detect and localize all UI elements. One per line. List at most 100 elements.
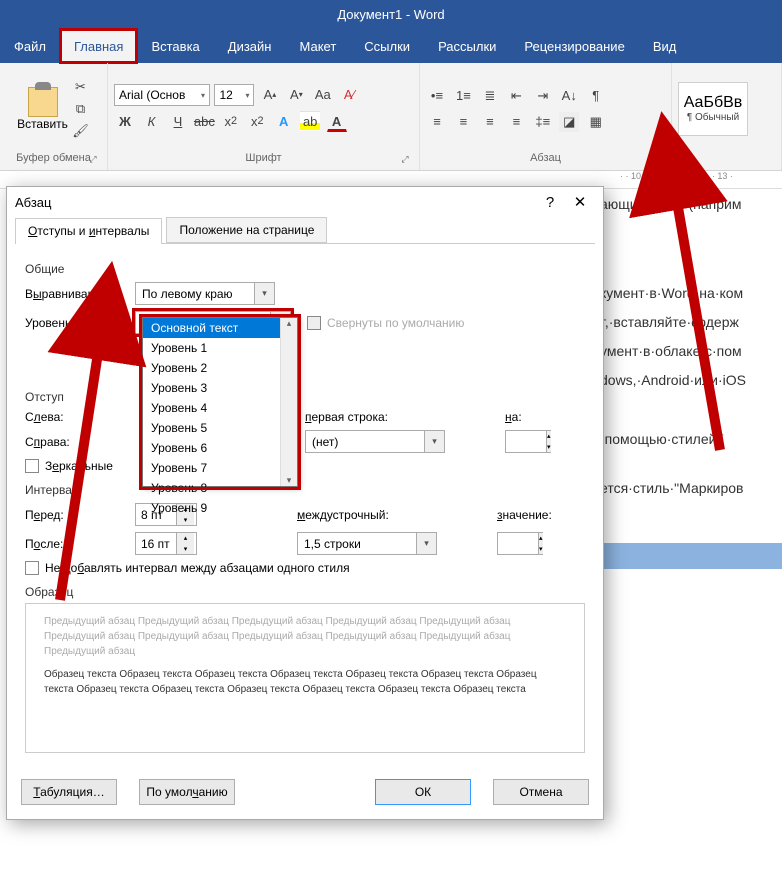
- level-option[interactable]: Уровень 2: [143, 358, 297, 378]
- copy-icon[interactable]: ⧉: [71, 99, 91, 119]
- title-bar: Документ1 - Word: [0, 0, 782, 29]
- outline-level-dropdown[interactable]: Основной текст Уровень 1 Уровень 2 Урове…: [142, 317, 298, 487]
- tab-design[interactable]: Дизайн: [214, 29, 286, 63]
- spin-down-icon[interactable]: ▾: [538, 544, 543, 555]
- shrink-font-icon[interactable]: A▾: [286, 85, 306, 105]
- align-left-icon[interactable]: ≡: [427, 112, 447, 132]
- dialog-title: Абзац: [15, 195, 51, 210]
- level-option[interactable]: Основной текст: [143, 318, 297, 338]
- show-marks-icon[interactable]: ¶: [586, 85, 606, 105]
- level-option[interactable]: Уровень 6: [143, 438, 297, 458]
- tab-mailings[interactable]: Рассылки: [424, 29, 510, 63]
- annotation-arrow-right: [660, 180, 740, 465]
- align-center-icon[interactable]: ≡: [453, 112, 473, 132]
- paste-button[interactable]: Вставить: [16, 87, 70, 131]
- ribbon-tabstrip: Файл Главная Вставка Дизайн Макет Ссылки…: [0, 29, 782, 63]
- bullets-icon[interactable]: •≡: [427, 85, 447, 105]
- superscript-icon[interactable]: x2: [247, 111, 267, 131]
- numbering-icon[interactable]: 1≡: [453, 85, 473, 105]
- level-option[interactable]: Уровень 1: [143, 338, 297, 358]
- space-after-spinner[interactable]: ▴▾: [135, 532, 197, 555]
- clipboard-launcher-icon[interactable]: ⤢: [87, 154, 99, 166]
- line-spacing-combo[interactable]: 1,5 строки▾: [297, 532, 437, 555]
- strike-icon[interactable]: abc: [194, 111, 214, 131]
- font-size-combo[interactable]: 12▾: [214, 84, 254, 106]
- help-icon[interactable]: ?: [535, 194, 565, 211]
- dont-add-space-checkbox[interactable]: [25, 561, 39, 575]
- first-line-label: первая строка:: [305, 410, 505, 424]
- spin-up-icon[interactable]: ▴: [176, 533, 194, 544]
- sort-icon[interactable]: A↓: [559, 85, 579, 105]
- selection-highlight: [600, 543, 782, 569]
- font-color-icon[interactable]: A: [327, 112, 347, 132]
- tab-line-page-breaks[interactable]: Положение на странице: [166, 217, 327, 243]
- format-painter-icon[interactable]: 🖌: [71, 121, 91, 141]
- level-option[interactable]: Уровень 4: [143, 398, 297, 418]
- annotation-arrow-left: [40, 330, 140, 615]
- collapsed-checkbox: [307, 316, 321, 330]
- spin-up-icon[interactable]: ▴: [546, 431, 551, 442]
- font-launcher-icon[interactable]: ⤢: [399, 154, 411, 166]
- font-name-combo[interactable]: Arial (Основ▾: [114, 84, 210, 106]
- tabs-button[interactable]: Табуляция…: [21, 779, 117, 805]
- set-default-button[interactable]: По умолчанию: [139, 779, 235, 805]
- highlight-icon[interactable]: ab: [300, 111, 320, 131]
- tab-file[interactable]: Файл: [0, 29, 60, 63]
- section-general: Общие: [25, 262, 585, 276]
- level-option[interactable]: Уровень 3: [143, 378, 297, 398]
- tab-review[interactable]: Рецензирование: [510, 29, 638, 63]
- shading-icon[interactable]: ◪: [559, 112, 579, 132]
- collapsed-label: Свернуты по умолчанию: [327, 316, 464, 330]
- chevron-down-icon[interactable]: ▾: [424, 431, 444, 452]
- ok-button[interactable]: ОК: [375, 779, 471, 805]
- tab-view[interactable]: Вид: [639, 29, 691, 63]
- text-effects-icon[interactable]: A: [274, 111, 294, 131]
- close-icon[interactable]: ✕: [565, 193, 595, 211]
- first-line-by-spinner[interactable]: ▴▾: [505, 430, 551, 453]
- mirror-indents-checkbox[interactable]: [25, 459, 39, 473]
- align-justify-icon[interactable]: ≡: [506, 112, 526, 132]
- alignment-label: Выравнивание:: [25, 287, 135, 301]
- by-label: на:: [505, 410, 565, 424]
- clear-format-icon[interactable]: A⁄: [339, 85, 359, 105]
- first-line-combo[interactable]: (нет)▾: [305, 430, 445, 453]
- indent-dec-icon[interactable]: ⇤: [506, 86, 526, 106]
- paragraph-group-label: Абзац: [530, 152, 561, 164]
- font-group-label: Шрифт: [245, 152, 281, 164]
- dropdown-scrollbar[interactable]: [280, 318, 297, 486]
- level-option[interactable]: Уровень 5: [143, 418, 297, 438]
- multilevel-icon[interactable]: ≣: [480, 86, 500, 106]
- spin-up-icon[interactable]: ▴: [538, 533, 543, 544]
- line-spacing-icon[interactable]: ‡≡: [533, 112, 553, 132]
- chevron-down-icon[interactable]: ▾: [416, 533, 436, 554]
- line-spacing-label: междустрочный:: [297, 508, 497, 522]
- grow-font-icon[interactable]: A▴: [260, 85, 280, 105]
- spin-down-icon[interactable]: ▾: [546, 442, 551, 453]
- change-case-icon[interactable]: Aa: [313, 85, 333, 105]
- tab-indents-spacing[interactable]: Отступы и интервалы: [15, 218, 162, 244]
- chevron-down-icon[interactable]: ▾: [254, 283, 274, 304]
- italic-icon[interactable]: К: [141, 111, 161, 131]
- clipboard-icon: [28, 87, 58, 117]
- spin-down-icon[interactable]: ▾: [176, 544, 194, 555]
- subscript-icon[interactable]: x2: [221, 111, 241, 131]
- level-option[interactable]: Уровень 8: [143, 478, 297, 498]
- cancel-button[interactable]: Отмена: [493, 779, 589, 805]
- tab-layout[interactable]: Макет: [285, 29, 350, 63]
- style-normal-tile[interactable]: АаБбВв ¶ Обычный: [678, 82, 748, 136]
- tab-insert[interactable]: Вставка: [137, 29, 213, 63]
- indent-inc-icon[interactable]: ⇥: [533, 86, 553, 106]
- alignment-combo[interactable]: По левому краю▾: [135, 282, 275, 305]
- level-option[interactable]: Уровень 7: [143, 458, 297, 478]
- tab-home[interactable]: Главная: [60, 29, 137, 63]
- paragraph-launcher-icon[interactable]: ⤢: [668, 166, 678, 181]
- bold-icon[interactable]: Ж: [115, 111, 135, 131]
- tab-references[interactable]: Ссылки: [350, 29, 424, 63]
- line-spacing-at-spinner[interactable]: ▴▾: [497, 532, 543, 555]
- underline-icon[interactable]: Ч: [168, 111, 188, 131]
- level-option[interactable]: Уровень 9: [143, 498, 297, 518]
- cut-icon[interactable]: ✂: [71, 77, 91, 97]
- borders-icon[interactable]: ▦: [586, 112, 606, 132]
- align-right-icon[interactable]: ≡: [480, 112, 500, 132]
- clipboard-group-label: Буфер обмена: [16, 152, 91, 164]
